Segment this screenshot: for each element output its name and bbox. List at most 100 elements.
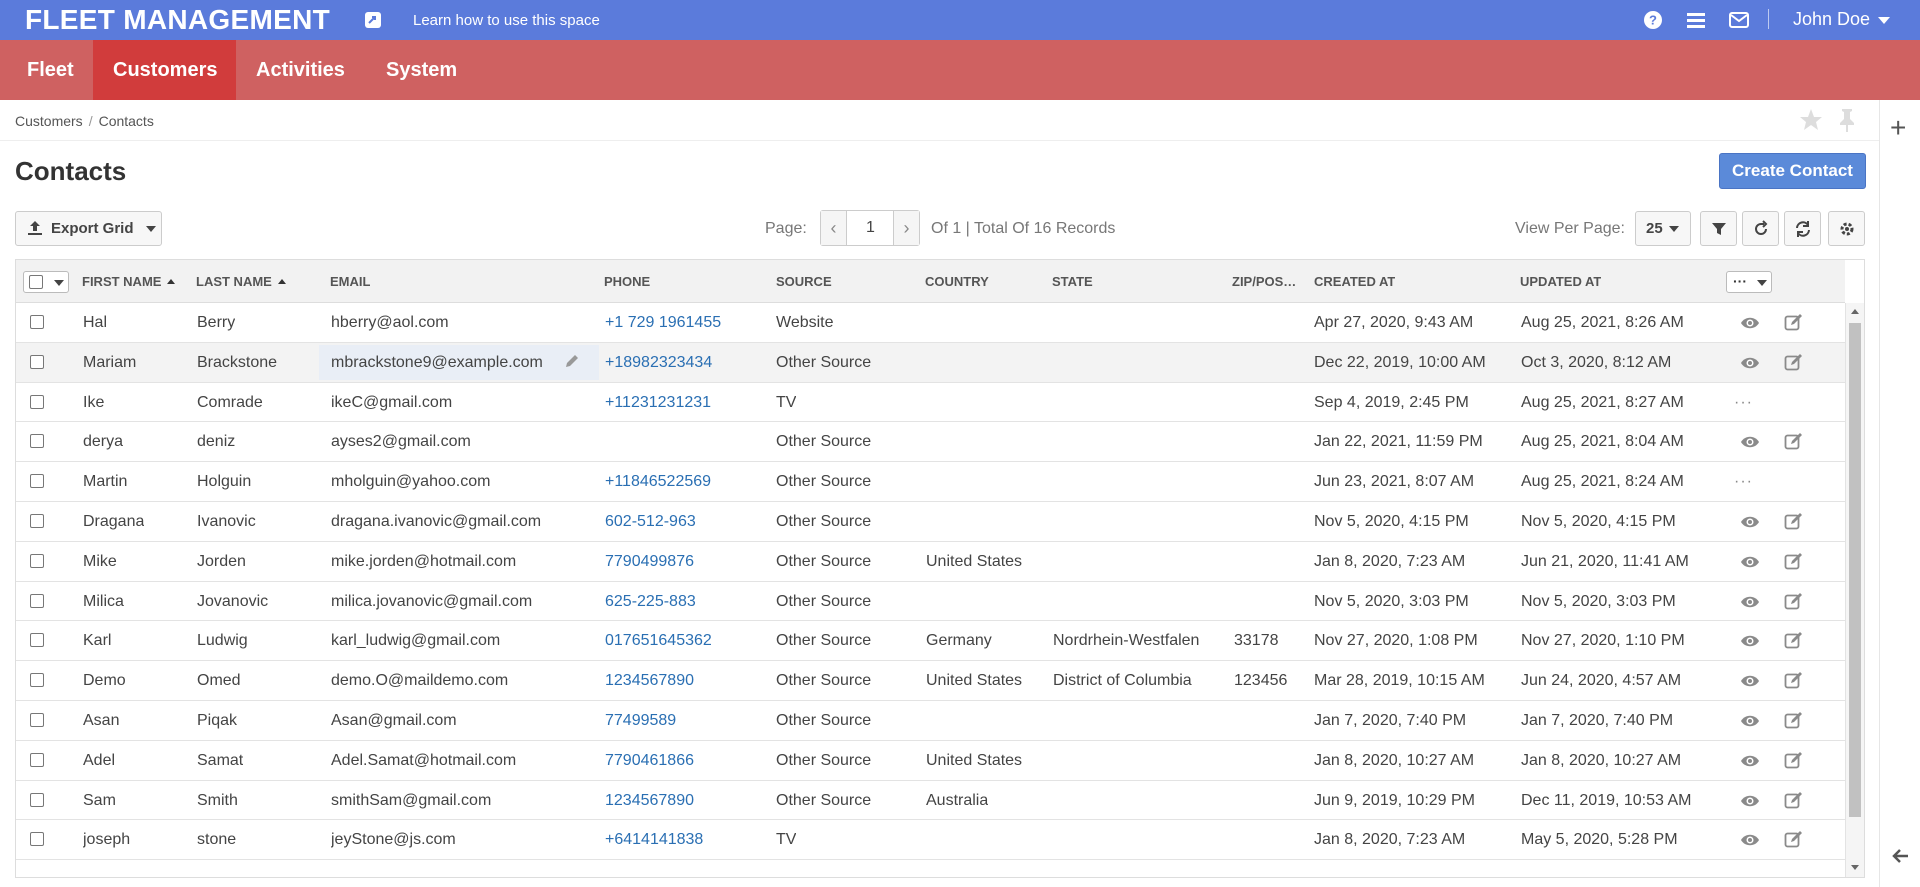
edit-icon[interactable] [1784, 512, 1804, 530]
row-checkbox[interactable] [30, 474, 44, 489]
export-grid-button[interactable]: Export Grid [15, 211, 162, 246]
edit-icon[interactable] [1784, 313, 1804, 331]
edit-icon[interactable] [1784, 671, 1804, 689]
column-source[interactable]: Source [776, 260, 832, 303]
settings-button[interactable] [1828, 211, 1865, 246]
next-page-button[interactable]: › [893, 211, 919, 245]
reset-button[interactable] [1742, 211, 1779, 246]
refresh-button[interactable] [1784, 211, 1821, 246]
breadcrumb-customers[interactable]: Customers [15, 113, 83, 129]
app-title[interactable]: FLEET MANAGEMENT [25, 4, 330, 36]
eye-icon[interactable] [1740, 355, 1760, 371]
column-first-name[interactable]: First Name [82, 260, 176, 303]
phone-cell[interactable]: +11231231231 [605, 383, 711, 422]
row-checkbox[interactable] [30, 712, 44, 727]
help-icon[interactable]: ? [1642, 9, 1664, 31]
eye-icon[interactable] [1740, 633, 1760, 649]
eye-icon[interactable] [1740, 793, 1760, 809]
edit-icon[interactable] [1784, 751, 1804, 769]
phone-cell[interactable]: 602-512-963 [605, 502, 696, 541]
page-input[interactable]: 1 [848, 211, 893, 245]
pencil-icon[interactable] [564, 353, 580, 369]
row-checkbox[interactable] [30, 633, 44, 648]
phone-cell[interactable]: 7790499876 [605, 542, 694, 581]
learn-how-link[interactable]: Learn how to use this space [413, 12, 600, 29]
eye-icon[interactable] [1740, 554, 1760, 570]
table-row[interactable]: joseph stone jeyStone@js.com +6414141838 TV J… [16, 820, 1845, 861]
table-row[interactable]: Milica Jovanovic milica.jovanovic@gmail.co… [16, 582, 1845, 622]
table-row[interactable]: Karl Ludwig karl_ludwig@gmail.com 017651645… [16, 621, 1845, 662]
column-created-at[interactable]: Created At [1314, 260, 1395, 303]
user-menu[interactable]: John Doe [1793, 9, 1891, 30]
table-row[interactable]: Mariam Brackstone mbrackstone9@example.com… [16, 342, 1845, 383]
edit-icon[interactable] [1784, 830, 1804, 848]
table-row[interactable]: Ike Comrade ikeC@gmail.com +11231231231 TV Se… [16, 383, 1845, 423]
table-row[interactable]: Hal Berry hberry@aol.com +1 729 1961455 Webs… [16, 303, 1845, 343]
select-all-checkbox[interactable] [29, 275, 43, 289]
edit-icon[interactable] [1784, 592, 1804, 610]
eye-icon[interactable] [1740, 514, 1760, 530]
plus-icon[interactable]: + [1890, 114, 1906, 142]
edit-icon[interactable] [1784, 432, 1804, 450]
phone-cell[interactable]: +6414141838 [605, 820, 703, 859]
edit-icon[interactable] [1784, 631, 1804, 649]
eye-icon[interactable] [1740, 594, 1760, 610]
nav-customers[interactable]: Customers [93, 40, 236, 100]
edit-icon[interactable] [1784, 552, 1804, 570]
row-actions-more-icon[interactable]: ··· [1734, 462, 1753, 501]
edit-icon[interactable] [1784, 353, 1804, 371]
edit-icon[interactable] [1784, 711, 1804, 729]
pin-icon[interactable] [1836, 107, 1858, 133]
phone-cell[interactable]: +11846522569 [605, 462, 711, 501]
row-actions-more-icon[interactable]: ··· [1734, 383, 1753, 422]
row-checkbox[interactable] [30, 752, 44, 767]
star-icon[interactable] [1798, 107, 1824, 133]
eye-icon[interactable] [1740, 673, 1760, 689]
row-checkbox[interactable] [30, 513, 44, 528]
create-contact-button[interactable]: Create Contact [1719, 153, 1866, 189]
eye-icon[interactable] [1740, 753, 1760, 769]
row-checkbox[interactable] [30, 315, 44, 329]
table-row[interactable]: Adel Samat Adel.Samat@hotmail.com 779046186… [16, 741, 1845, 781]
row-checkbox[interactable] [30, 394, 44, 409]
row-checkbox[interactable] [30, 354, 44, 369]
filter-button[interactable] [1700, 211, 1737, 246]
phone-cell[interactable]: 017651645362 [605, 621, 712, 660]
mail-icon[interactable] [1728, 9, 1750, 31]
phone-cell[interactable]: 77499589 [605, 701, 676, 740]
table-row[interactable]: derya deniz ayses2@gmail.com Other Source Ja… [16, 422, 1845, 463]
column-email[interactable]: Email [330, 260, 370, 303]
table-row[interactable]: Martin Holguin mholguin@yahoo.com +11846522… [16, 462, 1845, 502]
row-checkbox[interactable] [30, 792, 44, 807]
column-state[interactable]: State [1052, 260, 1093, 303]
row-checkbox[interactable] [30, 832, 44, 847]
eye-icon[interactable] [1740, 832, 1760, 848]
phone-cell[interactable]: +18982323434 [605, 343, 712, 382]
eye-icon[interactable] [1740, 315, 1760, 331]
list-icon[interactable] [1685, 9, 1707, 31]
column-zip[interactable]: Zip/Pos… [1232, 260, 1304, 303]
table-row[interactable]: Dragana Ivanovic dragana.ivanovic@gmail.co… [16, 502, 1845, 542]
phone-cell[interactable]: +1 729 1961455 [605, 303, 721, 342]
scroll-down-arrow[interactable] [1851, 865, 1859, 870]
nav-activities[interactable]: Activities [236, 40, 365, 100]
phone-cell[interactable]: 1234567890 [605, 781, 694, 820]
scrollbar-thumb[interactable] [1849, 323, 1861, 817]
previous-page-button[interactable]: ‹ [821, 211, 847, 245]
row-checkbox[interactable] [30, 593, 44, 608]
select-all-menu[interactable] [23, 271, 69, 293]
column-chooser-menu[interactable]: ··· [1726, 271, 1772, 293]
column-updated-at[interactable]: Updated At [1520, 260, 1601, 303]
row-checkbox[interactable] [30, 673, 44, 688]
column-country[interactable]: Country [925, 260, 989, 303]
phone-cell[interactable]: 7790461866 [605, 741, 694, 780]
table-row[interactable]: Asan Piqak Asan@gmail.com 77499589 Other Sou… [16, 701, 1845, 741]
edit-icon[interactable] [1784, 791, 1804, 809]
column-last-name[interactable]: Last Name [196, 260, 286, 303]
nav-fleet[interactable]: Fleet [7, 40, 94, 100]
table-row[interactable]: Demo Omed demo.O@maildemo.com 1234567890 Oth… [16, 661, 1845, 701]
table-row[interactable]: Sam Smith smithSam@gmail.com 1234567890 Othe… [16, 781, 1845, 821]
view-per-page-select[interactable]: 25 [1635, 211, 1691, 246]
nav-system[interactable]: System [366, 40, 477, 100]
phone-cell[interactable]: 625-225-883 [605, 582, 696, 621]
